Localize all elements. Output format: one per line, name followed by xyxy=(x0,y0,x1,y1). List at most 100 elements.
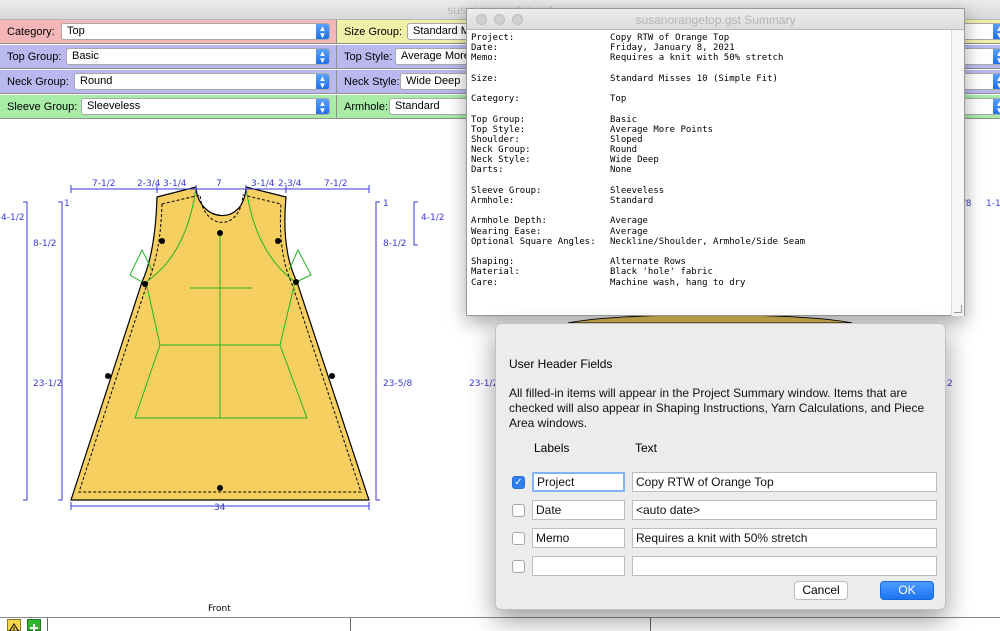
neck-style-value: Wide Deep xyxy=(406,75,461,87)
field-text-input[interactable]: <auto date> xyxy=(632,500,937,520)
summary-window[interactable]: susanorangetop.gst Summary Project: Copy … xyxy=(466,8,965,316)
summary-key: Top Group: xyxy=(471,114,526,125)
category-value: Top xyxy=(67,25,85,37)
field-text-input[interactable]: Copy RTW of Orange Top xyxy=(632,472,937,492)
summary-value: Requires a knit with 50% stretch xyxy=(610,53,784,64)
field-label-input[interactable] xyxy=(532,556,625,576)
summary-value: Average xyxy=(610,216,648,227)
top-group-select[interactable]: Basic ▲ ▼ xyxy=(66,48,330,65)
field-checkbox[interactable] xyxy=(512,532,525,545)
summary-line: Shaping: Alternate Rows xyxy=(471,257,951,267)
field-row: ✓ Project Copy RTW of Orange Top xyxy=(496,471,947,493)
summary-line: Neck Style: Wide Deep xyxy=(471,155,951,165)
summary-line: Size: Standard Misses 10 (Simple Fit) xyxy=(471,74,951,84)
summary-line: Armhole: Standard xyxy=(471,196,951,206)
top-group-segment: Top Group: Basic ▲ ▼ xyxy=(0,45,336,68)
summary-key: Material: xyxy=(471,267,520,278)
left-dim-3: 23-1/2 xyxy=(33,379,62,389)
resize-grip-icon[interactable] xyxy=(954,305,962,313)
summary-value: Basic xyxy=(610,114,638,125)
top-dim-label: 2-3/4 xyxy=(278,179,302,189)
top-style-value: Average More xyxy=(401,50,470,62)
summary-key: Memo: xyxy=(471,53,499,64)
field-checkbox[interactable]: ✓ xyxy=(512,476,525,489)
left-tick: 1 xyxy=(64,199,70,209)
back-dim-left: 23-1/2 xyxy=(469,379,498,389)
summary-value: Average xyxy=(610,226,648,237)
right-tick: 1 xyxy=(383,199,389,209)
summary-window-titlebar[interactable]: susanorangetop.gst Summary xyxy=(467,9,964,30)
armhole-value: Standard xyxy=(395,100,440,112)
category-segment: Category: Top ▲ ▼ xyxy=(0,20,336,43)
summary-line xyxy=(471,247,951,257)
neck-group-segment: Neck Group: Round ▲ ▼ xyxy=(0,70,336,93)
ok-button[interactable]: OK xyxy=(880,581,934,600)
dialog-title: User Header Fields xyxy=(509,357,613,371)
neck-group-label: Neck Group: xyxy=(7,75,69,88)
sleeve-group-value: Sleeveless xyxy=(87,100,141,112)
field-label-input[interactable]: Project xyxy=(532,472,625,492)
summary-scrollbar[interactable] xyxy=(951,30,964,316)
field-row: Memo Requires a knit with 50% stretch xyxy=(496,527,947,549)
bottom-dim: 34 xyxy=(214,503,226,513)
summary-key: Project: xyxy=(471,33,515,43)
field-row xyxy=(496,555,947,577)
summary-line: Wearing Ease: Average xyxy=(471,227,951,237)
summary-line: Date: Friday, January 8, 2021 xyxy=(471,43,951,53)
field-label-input[interactable]: Memo xyxy=(532,528,625,548)
summary-line: Armhole Depth: Average xyxy=(471,216,951,226)
summary-value: Machine wash, hang to dry xyxy=(610,277,746,288)
summary-value: Sleeveless xyxy=(610,185,665,196)
status-divider xyxy=(47,618,48,631)
summary-key: Care: xyxy=(471,277,499,288)
summary-line: Care: Machine wash, hang to dry xyxy=(471,278,951,288)
select-arrows-icon: ▲▼ xyxy=(993,24,1000,39)
field-checkbox[interactable] xyxy=(512,560,525,573)
sleeve-group-segment: Sleeve Group: Sleeveless ▲ ▼ xyxy=(0,95,336,118)
top-dim-label: 7-1/2 xyxy=(92,179,115,189)
field-row: Date <auto date> xyxy=(496,499,947,521)
top-style-label: Top Style: xyxy=(344,50,393,63)
field-label-input[interactable]: Date xyxy=(532,500,625,520)
summary-line: Shoulder: Sloped xyxy=(471,135,951,145)
warning-icon[interactable] xyxy=(7,619,21,631)
dialog-description: All filled-in items will appear in the P… xyxy=(509,386,925,430)
top-dim-label: 7-1/2 xyxy=(324,179,347,189)
top-group-value: Basic xyxy=(72,50,99,62)
summary-value: Friday, January 8, 2021 xyxy=(610,43,735,54)
summary-line xyxy=(471,84,951,94)
field-text-input[interactable]: Requires a knit with 50% stretch xyxy=(632,528,937,548)
status-divider xyxy=(650,618,651,631)
summary-value: Wide Deep xyxy=(610,155,659,166)
summary-value: Black 'hole' fabric xyxy=(610,267,713,278)
summary-line xyxy=(471,104,951,114)
category-select[interactable]: Top ▲ ▼ xyxy=(61,23,330,40)
top-dim-label: 3-1/4 xyxy=(251,179,275,189)
summary-line: Sleeve Group: Sleeveless xyxy=(471,186,951,196)
field-text-input[interactable] xyxy=(632,556,937,576)
plus-icon[interactable] xyxy=(27,619,41,631)
select-arrows-icon: ▲▼ xyxy=(993,74,1000,89)
neck-group-select[interactable]: Round ▲ ▼ xyxy=(74,73,330,90)
sleeve-group-select[interactable]: Sleeveless ▲ ▼ xyxy=(81,98,330,115)
right-dim-2: 8-1/2 xyxy=(383,239,406,249)
summary-key: Neck Style: xyxy=(471,155,531,166)
status-divider xyxy=(350,618,351,631)
user-header-fields-dialog[interactable]: User Header Fields All filled-in items w… xyxy=(495,323,946,610)
top-group-label: Top Group: xyxy=(7,50,62,63)
field-checkbox[interactable] xyxy=(512,504,525,517)
labels-column-header: Labels xyxy=(534,441,570,455)
summary-line: Memo: Requires a knit with 50% stretch xyxy=(471,53,951,63)
cancel-button[interactable]: Cancel xyxy=(794,581,848,600)
top-dim-label: 3-1/4 xyxy=(163,179,187,189)
select-arrows-icon: ▲▼ xyxy=(993,99,1000,114)
summary-line: Top Style: Average More Points xyxy=(471,125,951,135)
summary-line: Optional Square Angles: Neckline/Shoulder… xyxy=(471,237,951,247)
armhole-label: Armhole: xyxy=(344,100,389,113)
summary-line: Material: Black 'hole' fabric xyxy=(471,267,951,277)
summary-key: Date: xyxy=(471,43,499,54)
summary-value: Standard xyxy=(610,196,654,206)
summary-key: Armhole Depth: xyxy=(471,216,547,227)
summary-value: Alternate Rows xyxy=(610,257,686,268)
summary-key: Neck Group: xyxy=(471,145,531,156)
